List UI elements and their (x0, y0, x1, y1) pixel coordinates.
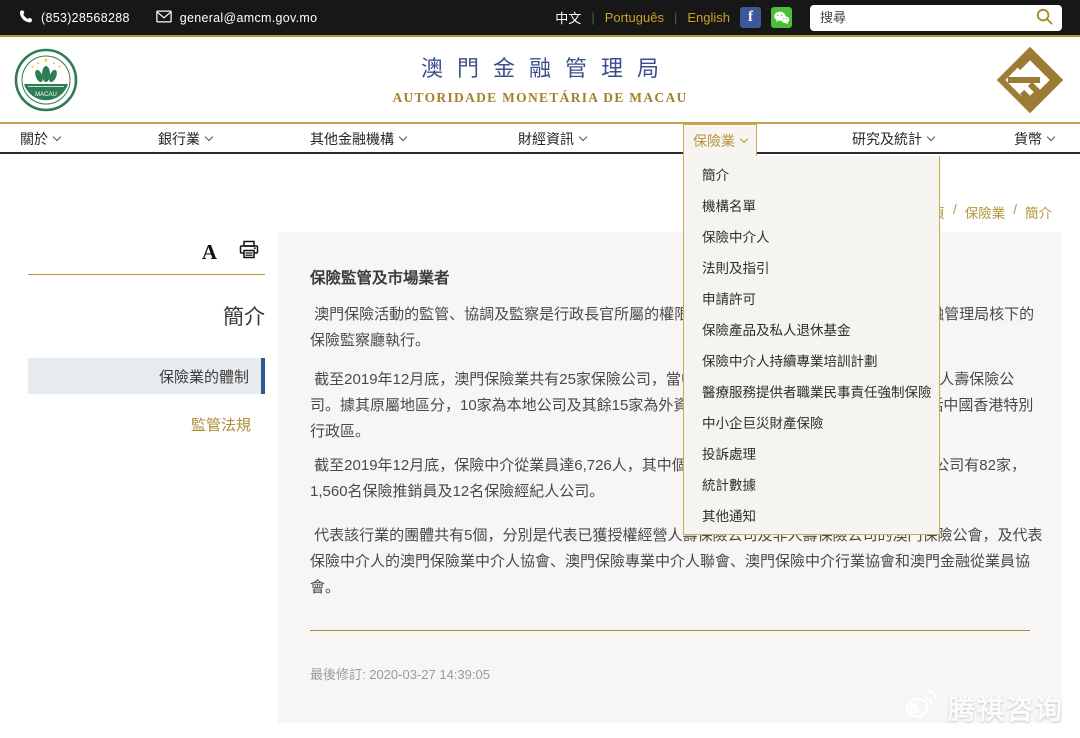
menu-item-statistics[interactable]: 統計數據 (684, 468, 939, 499)
nav-label: 財經資訊 (518, 129, 574, 149)
breadcrumb-current-page: 簡介 (1025, 202, 1052, 222)
chevron-down-icon (205, 133, 213, 141)
menu-item-insurance-intermediaries[interactable]: 保險中介人 (684, 220, 939, 251)
weibo-watermark: 腾祺咨询 (898, 686, 1064, 729)
chevron-down-icon (1047, 133, 1055, 141)
menu-item-sme-catastrophe-insurance[interactable]: 中小企巨災財產保險 (684, 406, 939, 437)
menu-item-complaints[interactable]: 投訴處理 (684, 437, 939, 468)
sidebar: A 簡介 保險業的體制 監管法規 (28, 238, 265, 435)
nav-insurance[interactable]: 保險業 簡介 機構名單 保險中介人 法則及指引 申請許可 保險產品及私人退休基金… (683, 124, 757, 156)
sidebar-item-regulations[interactable]: 監管法規 (28, 414, 265, 435)
site-title-portuguese: AUTORIDADE MONETÁRIA DE MACAU (0, 90, 1080, 106)
main-content-panel: 保險監管及市場業者 澳門保險活動的監管、協調及監察是行政長官所屬的權限，該權限一… (278, 232, 1062, 723)
menu-item-other-notices[interactable]: 其他通知 (684, 499, 939, 530)
chevron-down-icon (740, 134, 748, 142)
menu-item-rules-guidelines[interactable]: 法則及指引 (684, 251, 939, 282)
phone-number: (853)28568288 (41, 11, 130, 25)
weibo-icon (898, 686, 940, 729)
nav-label: 其他金融機構 (310, 129, 394, 149)
nav-currency[interactable]: 貨幣 (1014, 124, 1054, 154)
lang-en[interactable]: English (687, 10, 730, 25)
breadcrumb-separator: / (953, 202, 957, 222)
site-header: MACAU ★ ★ ★ ★ ★ 澳門金融管理局 AUTORIDADE MONET… (0, 37, 1080, 124)
menu-item-institution-list[interactable]: 機構名單 (684, 189, 939, 220)
phone-icon (18, 9, 33, 27)
menu-item-application-licensing[interactable]: 申請許可 (684, 282, 939, 313)
nav-label: 關於 (20, 129, 48, 149)
print-button[interactable] (239, 240, 259, 264)
site-title-chinese: 澳門金融管理局 (0, 51, 1080, 83)
phone-link[interactable]: (853)28568288 (18, 9, 130, 27)
search-icon (1035, 7, 1054, 29)
font-size-button[interactable]: A (202, 240, 217, 265)
nav-label: 貨幣 (1014, 129, 1042, 149)
wechat-icon[interactable] (771, 7, 792, 28)
sidebar-divider (28, 274, 265, 275)
breadcrumb-separator: / (1013, 202, 1017, 222)
sidebar-item-insurance-system[interactable]: 保險業的體制 (28, 358, 265, 394)
breadcrumb-section[interactable]: 保險業 (965, 202, 1006, 222)
email-link[interactable]: general@amcm.gov.mo (156, 10, 318, 26)
chevron-down-icon (399, 133, 407, 141)
search-submit-button[interactable] (1035, 7, 1054, 29)
nav-banking[interactable]: 銀行業 (158, 124, 212, 154)
watermark-text: 腾祺咨询 (948, 688, 1064, 727)
email-address: general@amcm.gov.mo (180, 11, 318, 25)
nav-financial-information[interactable]: 財經資訊 (518, 124, 586, 154)
lang-pt[interactable]: Português (605, 10, 664, 25)
insurance-dropdown-menu: 簡介 機構名單 保險中介人 法則及指引 申請許可 保險產品及私人退休基金 保險中… (683, 156, 940, 535)
envelope-icon (156, 10, 172, 26)
last-modified-text: 最後修訂: 2020-03-27 14:39:05 (310, 664, 1032, 683)
search-input[interactable] (820, 10, 1035, 25)
lang-separator: | (591, 10, 594, 25)
nav-other-financial-institutions[interactable]: 其他金融機構 (310, 124, 406, 154)
menu-item-products-pension-funds[interactable]: 保險產品及私人退休基金 (684, 313, 939, 344)
chevron-down-icon (927, 133, 935, 141)
sidebar-section-heading: 簡介 (28, 301, 265, 331)
lang-separator: | (674, 10, 677, 25)
menu-item-introduction[interactable]: 簡介 (684, 158, 939, 189)
top-utility-bar: (853)28568288 general@amcm.gov.mo 中文 | P… (0, 0, 1080, 37)
search-box (810, 5, 1062, 31)
content-divider (310, 630, 1030, 631)
nav-label: 銀行業 (158, 129, 200, 149)
facebook-icon[interactable]: f (740, 7, 761, 28)
nav-about[interactable]: 關於 (20, 124, 60, 154)
printer-icon (239, 240, 259, 264)
nav-research-statistics[interactable]: 研究及統計 (852, 124, 934, 154)
chevron-down-icon (53, 133, 61, 141)
nav-label: 保險業 (693, 131, 735, 151)
lang-zh[interactable]: 中文 (555, 8, 581, 27)
menu-item-cpd-programme[interactable]: 保險中介人持續專業培訓計劃 (684, 344, 939, 375)
chevron-down-icon (579, 133, 587, 141)
site-title-block: 澳門金融管理局 AUTORIDADE MONETÁRIA DE MACAU (0, 51, 1080, 106)
nav-label: 研究及統計 (852, 129, 922, 149)
menu-item-medical-liability-insurance[interactable]: 醫療服務提供者職業民事責任強制保險 (684, 375, 939, 406)
main-navigation: 關於 銀行業 其他金融機構 財經資訊 保險業 簡介 機構名單 保險中介人 法則及… (0, 124, 1080, 154)
